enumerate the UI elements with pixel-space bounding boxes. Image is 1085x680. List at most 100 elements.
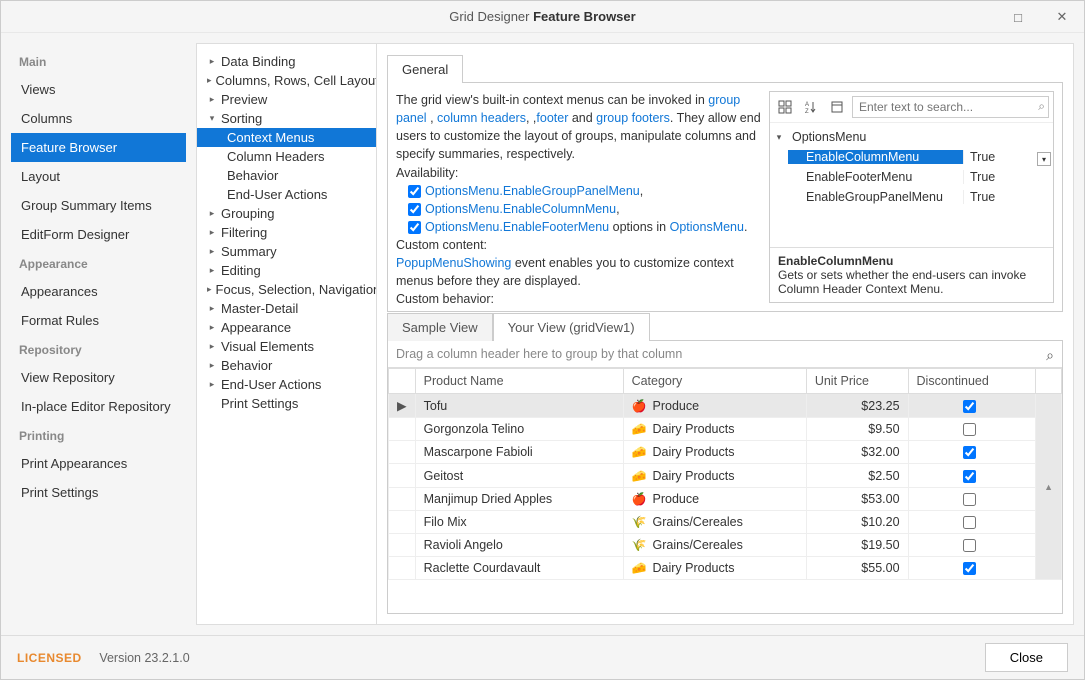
sidebar-group-title: Main <box>11 47 186 75</box>
table-row[interactable]: Raclette CourdavaultDairy Products$55.00 <box>389 557 1062 580</box>
tree-item-editing[interactable]: ▸Editing <box>197 261 376 280</box>
table-row[interactable]: Ravioli AngeloGrains/Cereales$19.50 <box>389 534 1062 557</box>
chevron-right-icon: ▸ <box>207 56 217 67</box>
tree-item-behavior[interactable]: Behavior <box>197 166 376 185</box>
link-popup-menu-showing[interactable]: PopupMenuShowing <box>396 256 511 270</box>
link-column-headers[interactable]: column headers <box>437 111 526 125</box>
chevron-right-icon: ▸ <box>207 284 212 295</box>
property-pages-icon[interactable] <box>826 96 848 118</box>
sidebar-item-feature-browser[interactable]: Feature Browser <box>11 133 186 162</box>
sidebar-item-layout[interactable]: Layout <box>11 162 186 191</box>
discontinued-checkbox[interactable] <box>963 539 976 552</box>
column-header-category[interactable]: Category <box>623 369 806 394</box>
tab-general[interactable]: General <box>387 55 463 83</box>
maximize-button[interactable]: □ <box>996 1 1040 33</box>
cheese-icon <box>632 561 653 575</box>
link-options-menu[interactable]: OptionsMenu <box>670 220 744 234</box>
table-row[interactable]: Gorgonzola TelinoDairy Products$9.50 <box>389 418 1062 441</box>
chevron-right-icon: ▸ <box>207 208 217 219</box>
chevron-right-icon: ▸ <box>207 246 217 257</box>
grain-icon <box>632 515 653 529</box>
tree-item-data-binding[interactable]: ▸Data Binding <box>197 52 376 71</box>
svg-text:Z: Z <box>805 109 809 114</box>
discontinued-checkbox[interactable] <box>963 423 976 436</box>
table-row[interactable]: ▶TofuProduce$23.25▲ <box>389 394 1062 418</box>
sidebar-item-group-summary-items[interactable]: Group Summary Items <box>11 191 186 220</box>
designer-window: Grid Designer Feature Browser □ ✕ MainVi… <box>0 0 1085 680</box>
chk-enable-footer-menu[interactable] <box>408 221 421 234</box>
chevron-down-icon: ▾ <box>207 113 217 124</box>
vertical-scrollbar[interactable]: ▲ <box>1036 394 1062 580</box>
tree-item-context-menus[interactable]: Context Menus <box>197 128 376 147</box>
tree-item-grouping[interactable]: ▸Grouping <box>197 204 376 223</box>
alphabetical-icon[interactable]: AZ <box>800 96 822 118</box>
column-header-discontinued[interactable]: Discontinued <box>908 369 1036 394</box>
tree-item-summary[interactable]: ▸Summary <box>197 242 376 261</box>
discontinued-checkbox[interactable] <box>963 493 976 506</box>
close-button[interactable]: ✕ <box>1040 1 1084 33</box>
link-opt-footer[interactable]: OptionsMenu.EnableFooterMenu <box>425 220 609 234</box>
close-dialog-button[interactable]: Close <box>985 643 1068 672</box>
tree-item-behavior[interactable]: ▸Behavior <box>197 356 376 375</box>
link-opt-column[interactable]: OptionsMenu.EnableColumnMenu <box>425 202 616 216</box>
dropdown-icon[interactable]: ▾ <box>1037 152 1051 166</box>
preview-tab-sample-view[interactable]: Sample View <box>387 313 493 341</box>
property-grid: AZ ⌕ ▾OptionsMenuEnableColumnM <box>769 91 1054 303</box>
chk-enable-column-menu[interactable] <box>408 203 421 216</box>
prop-row-optionsmenu[interactable]: ▾OptionsMenu <box>770 127 1053 147</box>
data-grid[interactable]: Product NameCategoryUnit PriceDiscontinu… <box>388 368 1062 580</box>
table-row[interactable]: Manjimup Dried ApplesProduce$53.00 <box>389 487 1062 510</box>
group-panel[interactable]: Drag a column header here to group by th… <box>388 341 1062 368</box>
tree-item-column-headers[interactable]: Column Headers <box>197 147 376 166</box>
tree-item-end-user-actions[interactable]: ▸End-User Actions <box>197 375 376 394</box>
table-row[interactable]: Filo MixGrains/Cereales$10.20 <box>389 510 1062 533</box>
tree-item-focus-selection-navigation[interactable]: ▸Focus, Selection, Navigation <box>197 280 376 299</box>
link-group-footers[interactable]: group footers <box>596 111 670 125</box>
tree-item-preview[interactable]: ▸Preview <box>197 90 376 109</box>
prop-row-enablefootermenu[interactable]: EnableFooterMenuTrue <box>770 167 1053 187</box>
tree-item-master-detail[interactable]: ▸Master-Detail <box>197 299 376 318</box>
preview-tab-your-view-gridview1-[interactable]: Your View (gridView1) <box>493 313 650 341</box>
column-header-product-name[interactable]: Product Name <box>415 369 623 394</box>
discontinued-checkbox[interactable] <box>963 446 976 459</box>
license-badge: LICENSED <box>17 651 82 665</box>
discontinued-checkbox[interactable] <box>963 400 976 413</box>
sidebar-item-columns[interactable]: Columns <box>11 104 186 133</box>
tree-item-print-settings[interactable]: Print Settings <box>197 394 376 413</box>
tree-item-end-user-actions[interactable]: End-User Actions <box>197 185 376 204</box>
sidebar-item-appearances[interactable]: Appearances <box>11 277 186 306</box>
sidebar-item-in-place-editor-repository[interactable]: In-place Editor Repository <box>11 392 186 421</box>
cheese-icon <box>632 445 653 459</box>
categorized-icon[interactable] <box>774 96 796 118</box>
tree-item-visual-elements[interactable]: ▸Visual Elements <box>197 337 376 356</box>
link-opt-group-panel[interactable]: OptionsMenu.EnableGroupPanelMenu <box>425 184 640 198</box>
tree-item-columns-rows-cell-layout[interactable]: ▸Columns, Rows, Cell Layout <box>197 71 376 90</box>
custom-content-label: Custom content: <box>396 238 487 252</box>
prop-row-enablegrouppanelmenu[interactable]: EnableGroupPanelMenuTrue <box>770 187 1053 207</box>
prop-row-enablecolumnmenu[interactable]: EnableColumnMenuTrue▾ <box>770 147 1053 167</box>
discontinued-checkbox[interactable] <box>963 562 976 575</box>
tree-item-filtering[interactable]: ▸Filtering <box>197 223 376 242</box>
link-footer[interactable]: footer <box>536 111 568 125</box>
discontinued-checkbox[interactable] <box>963 470 976 483</box>
column-header-unit-price[interactable]: Unit Price <box>806 369 908 394</box>
table-row[interactable]: Mascarpone FabioliDairy Products$32.00 <box>389 441 1062 464</box>
chk-enable-group-panel-menu[interactable] <box>408 185 421 198</box>
sidebar-item-view-repository[interactable]: View Repository <box>11 363 186 392</box>
tree-item-appearance[interactable]: ▸Appearance <box>197 318 376 337</box>
prop-help-text: Gets or sets whether the end-users can i… <box>778 268 1045 296</box>
sidebar-item-views[interactable]: Views <box>11 75 186 104</box>
property-search-input[interactable] <box>852 96 1049 118</box>
discontinued-checkbox[interactable] <box>963 516 976 529</box>
custom-behavior-label: Custom behavior: <box>396 292 494 303</box>
sidebar-item-print-settings[interactable]: Print Settings <box>11 478 186 507</box>
chevron-right-icon: ▸ <box>207 265 217 276</box>
table-row[interactable]: GeitostDairy Products$2.50 <box>389 464 1062 487</box>
prop-help-title: EnableColumnMenu <box>778 254 1045 268</box>
sidebar-item-format-rules[interactable]: Format Rules <box>11 306 186 335</box>
sidebar-item-editform-designer[interactable]: EditForm Designer <box>11 220 186 249</box>
sidebar-item-print-appearances[interactable]: Print Appearances <box>11 449 186 478</box>
grid-search-icon[interactable]: ⌕ <box>1046 347 1054 364</box>
tree-item-sorting[interactable]: ▾Sorting <box>197 109 376 128</box>
fruit-icon <box>632 492 653 506</box>
